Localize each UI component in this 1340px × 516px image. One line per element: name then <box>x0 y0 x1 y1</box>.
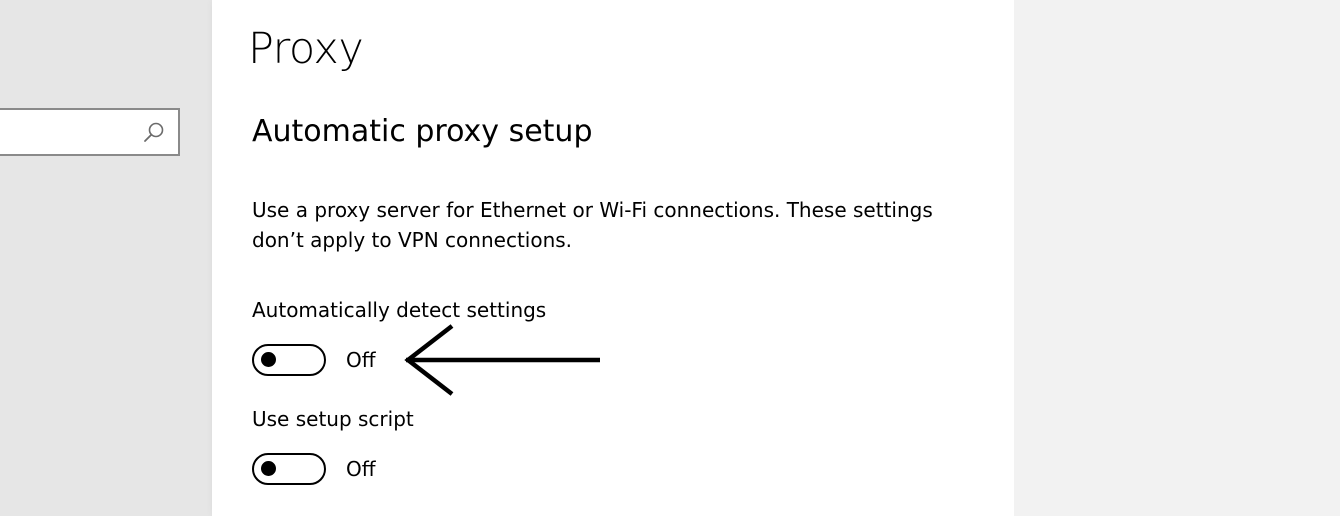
toggle-knob <box>261 461 276 476</box>
page-title: Proxy <box>248 24 364 74</box>
search-icon[interactable] <box>142 120 166 144</box>
settings-window: Proxy Automatic proxy setup Use a proxy … <box>0 0 1340 516</box>
toggle-knob <box>261 352 276 367</box>
section-description: Use a proxy server for Ethernet or Wi-Fi… <box>252 198 933 252</box>
section-title-automatic-proxy: Automatic proxy setup <box>252 114 593 149</box>
setup-script-toggle[interactable] <box>252 453 326 485</box>
auto-detect-toggle[interactable] <box>252 344 326 376</box>
auto-detect-state: Off <box>346 348 376 372</box>
setup-script-state: Off <box>346 457 376 481</box>
right-background <box>1014 0 1340 516</box>
arrow-left-icon <box>404 324 600 396</box>
setup-script-label: Use setup script <box>252 407 414 431</box>
proxy-settings-page: Proxy Automatic proxy setup Use a proxy … <box>212 0 1014 516</box>
search-input[interactable] <box>0 108 180 156</box>
navigation-pane <box>0 0 212 516</box>
auto-detect-label: Automatically detect settings <box>252 298 547 322</box>
